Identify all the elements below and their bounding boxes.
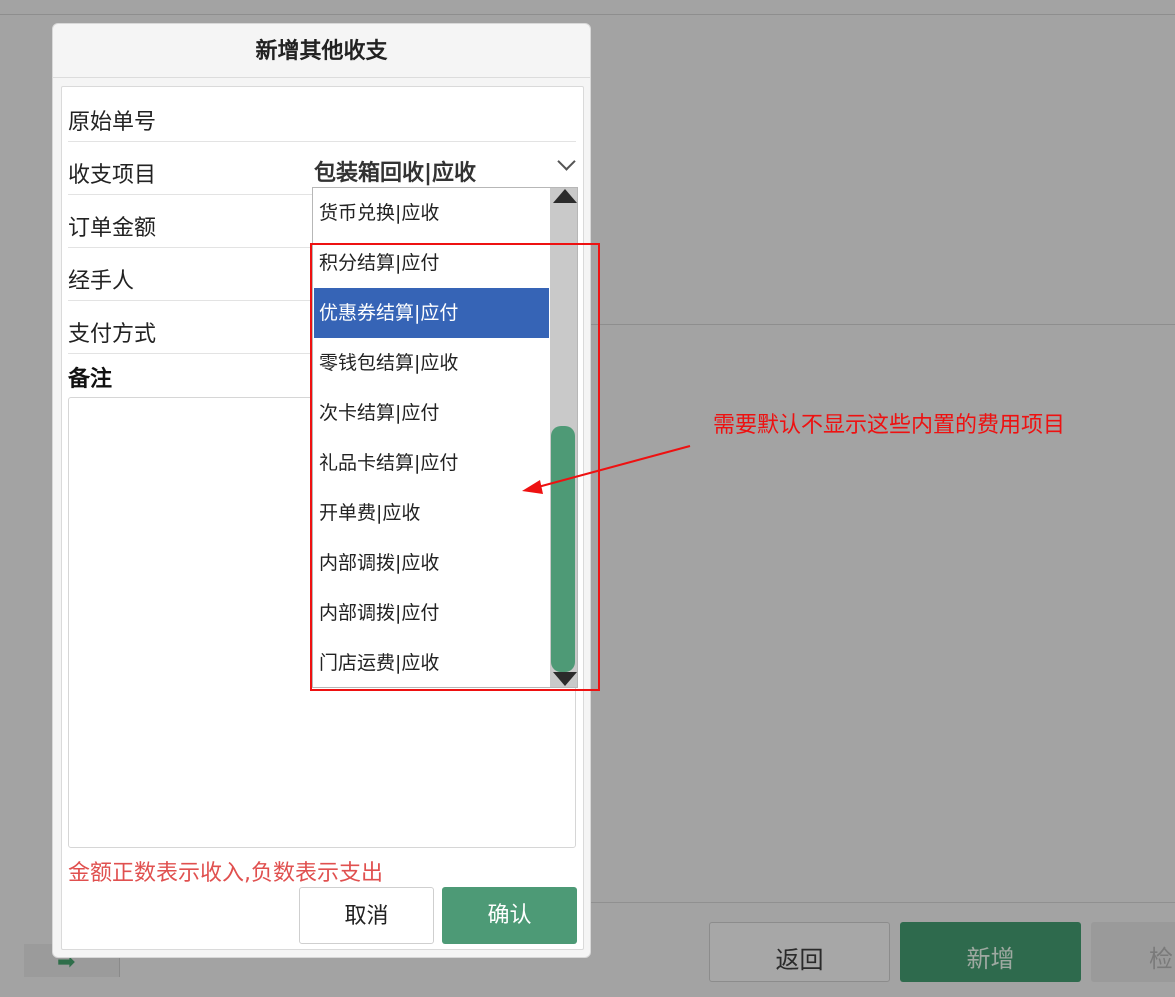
annotation-arrow-icon	[522, 445, 691, 494]
annotation-text: 需要默认不显示这些内置的费用项目	[713, 413, 1066, 438]
